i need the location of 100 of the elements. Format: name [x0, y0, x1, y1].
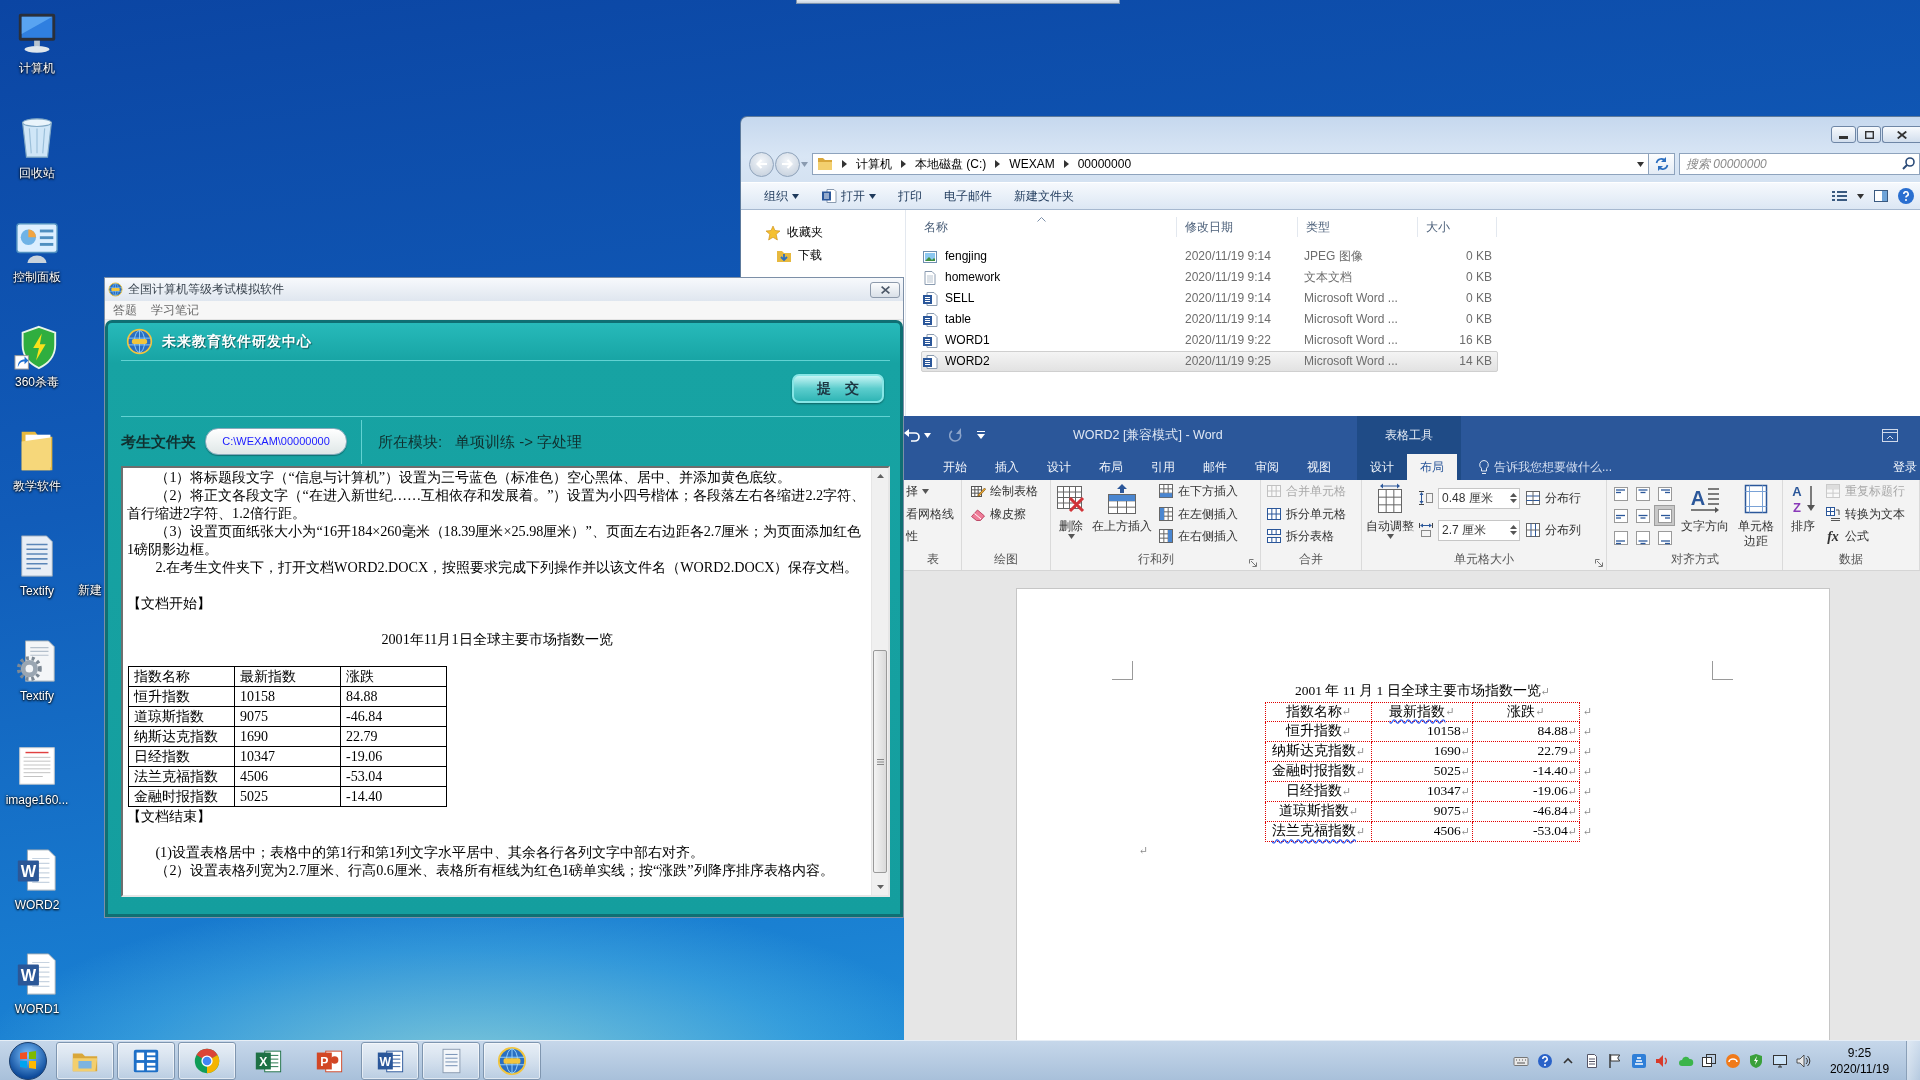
- minimize-button[interactable]: [1831, 126, 1856, 143]
- ribbon-display-icon[interactable]: [1882, 428, 1898, 442]
- help-icon[interactable]: [1536, 1052, 1553, 1069]
- view-options-icon[interactable]: [1832, 191, 1847, 201]
- dialog-launcher-icon[interactable]: [1595, 559, 1603, 567]
- column-header[interactable]: 类型: [1298, 217, 1418, 237]
- desktop-icon-label[interactable]: WORD1: [14, 1002, 60, 1017]
- maximize-button[interactable]: [1857, 126, 1881, 143]
- caret-down-icon[interactable]: [1067, 534, 1075, 539]
- desktop-icon-label[interactable]: image160...: [5, 793, 69, 808]
- file-name[interactable]: WORD1: [945, 333, 990, 348]
- spin-up-icon[interactable]: [1510, 492, 1517, 497]
- sign-in-link[interactable]: 登录: [1893, 459, 1917, 475]
- taskbar-button[interactable]: [483, 1041, 541, 1080]
- monitor-icon[interactable]: [1771, 1052, 1788, 1069]
- size-field[interactable]: 2.7 厘米: [1438, 519, 1520, 541]
- taskbar-button[interactable]: [422, 1041, 480, 1080]
- ribbon-tab[interactable]: 邮件: [1189, 454, 1241, 480]
- breadcrumb-item[interactable]: WEXAM: [1009, 156, 1055, 172]
- file-name[interactable]: table: [945, 312, 972, 327]
- ribbon-button[interactable]: 看网格线: [904, 502, 956, 525]
- ribbon-button[interactable]: 拆分表格: [1264, 525, 1348, 548]
- address-bar[interactable]: 计算机 本地磁盘 (C:) WEXAM 00000000: [812, 153, 1649, 175]
- column-header[interactable]: 修改日期: [1177, 217, 1298, 237]
- scroll-thumb[interactable]: [873, 650, 887, 873]
- ribbon-button[interactable]: 在左侧插入: [1156, 502, 1240, 525]
- file-row[interactable]: table 2020/11/19 9:14 Microsoft Word ... 0 KB: [921, 309, 1498, 330]
- taskbar-button[interactable]: P: [300, 1041, 358, 1080]
- file-row[interactable]: WORD2 2020/11/19 9:25 Microsoft Word ... 14 KB: [921, 351, 1498, 372]
- breadcrumb-arrow-icon[interactable]: [995, 160, 1001, 168]
- ribbon-button[interactable]: 自动调整: [1365, 480, 1415, 549]
- undo-icon[interactable]: [904, 428, 921, 442]
- breadcrumb-item[interactable]: 本地磁盘 (C:): [915, 156, 987, 172]
- caret-down-icon[interactable]: [1386, 534, 1394, 539]
- speaker-icon[interactable]: [1795, 1052, 1811, 1069]
- taskbar-button[interactable]: W: [361, 1041, 419, 1080]
- file-name[interactable]: homework: [945, 270, 1001, 285]
- spin-down-icon[interactable]: [1510, 498, 1517, 503]
- ribbon-tab[interactable]: 布局: [1407, 454, 1457, 480]
- ribbon-button[interactable]: 性: [904, 525, 956, 548]
- nav-item[interactable]: 下载: [798, 248, 822, 263]
- ribbon-button[interactable]: 在上方插入: [1091, 480, 1153, 549]
- size-field[interactable]: 0.48 厘米: [1438, 487, 1520, 509]
- caret-down-icon[interactable]: [869, 193, 876, 199]
- toolbar-button[interactable]: 电子邮件: [936, 184, 1000, 208]
- toolbar-button[interactable]: 打开: [813, 184, 884, 208]
- menu-item[interactable]: 学习笔记: [151, 302, 199, 318]
- desktop-icon-label[interactable]: Textify: [20, 583, 54, 598]
- breadcrumb-arrow-icon[interactable]: [842, 160, 847, 168]
- desktop-icon-label[interactable]: 教学软件: [13, 479, 61, 494]
- desktop-icon-label[interactable]: Textify: [20, 688, 54, 703]
- ribbon-tab[interactable]: 布局: [1085, 454, 1137, 480]
- ribbon-button[interactable]: 拆分单元格: [1264, 502, 1348, 525]
- ribbon-button[interactable]: 分布行: [1523, 486, 1583, 510]
- file-name[interactable]: SELL: [945, 291, 975, 306]
- ribbon-button[interactable]: 在下方插入: [1156, 480, 1240, 503]
- ribbon-button[interactable]: A 文字方向: [1680, 480, 1730, 549]
- caret-down-icon[interactable]: [1857, 193, 1864, 199]
- search-field[interactable]: 搜索 00000000: [1679, 153, 1920, 175]
- ribbon-button[interactable]: 绘制表格: [968, 480, 1040, 503]
- toolbar-button[interactable]: 新建文件夹: [1006, 184, 1082, 208]
- submit-button[interactable]: 提 交: [792, 374, 884, 403]
- folder-path-button[interactable]: C:\WEXAM\00000000: [205, 428, 347, 455]
- ribbon-button[interactable]: A Z 排序: [1786, 480, 1820, 549]
- column-header[interactable]: 大小: [1418, 217, 1497, 237]
- toolbar-button[interactable]: 打印: [890, 184, 930, 208]
- caret-down-icon[interactable]: [922, 488, 929, 494]
- breadcrumb-item[interactable]: 计算机: [856, 156, 892, 172]
- dialog-launcher-icon[interactable]: [1249, 559, 1257, 567]
- scrollbar[interactable]: [871, 468, 888, 895]
- overlapping-squares-icon[interactable]: [1701, 1052, 1717, 1069]
- desktop-icon-label[interactable]: 360杀毒: [15, 374, 59, 389]
- ribbon-tab[interactable]: 视图: [1293, 454, 1345, 480]
- file-name[interactable]: WORD2: [945, 354, 990, 369]
- alignment-button[interactable]: [1654, 505, 1675, 526]
- breadcrumb-arrow-icon[interactable]: [1063, 160, 1069, 168]
- close-button[interactable]: [1882, 126, 1920, 143]
- file-row[interactable]: SELL 2020/11/19 9:14 Microsoft Word ... 0 KB: [921, 288, 1498, 309]
- desktop-icon-label[interactable]: 计算机: [19, 61, 55, 75]
- bars-tile-icon[interactable]: [1630, 1052, 1647, 1069]
- ribbon-tab[interactable]: 设计: [1357, 454, 1407, 480]
- redo-icon[interactable]: [949, 427, 963, 443]
- flag-icon[interactable]: [1607, 1052, 1623, 1069]
- taskbar-button[interactable]: [178, 1041, 236, 1080]
- ribbon-button[interactable]: fx 公式: [1823, 525, 1907, 548]
- caret-down-icon[interactable]: [1637, 161, 1644, 167]
- nav-item[interactable]: 收藏夹: [787, 225, 823, 240]
- caret-down-icon[interactable]: [924, 432, 931, 438]
- ribbon-button[interactable]: 择: [904, 480, 956, 503]
- search-prompt[interactable]: 告诉我您想要做什么...: [1494, 459, 1612, 475]
- ribbon-button[interactable]: 单元格边距: [1733, 480, 1779, 549]
- round-logo-icon[interactable]: [1724, 1052, 1741, 1069]
- file-row[interactable]: fengjing 2020/11/19 9:14 JPEG 图像 0 KB: [921, 246, 1498, 267]
- desktop-icon-label[interactable]: WORD2: [14, 897, 60, 912]
- desktop-icon-label[interactable]: 控制面板: [13, 270, 61, 285]
- column-header[interactable]: 名称: [906, 217, 1177, 237]
- spin-down-icon[interactable]: [1510, 530, 1517, 535]
- star-icon[interactable]: [765, 224, 781, 241]
- desktop-icon-label[interactable]: 新建: [78, 583, 102, 597]
- ribbon-button[interactable]: 转换为文本: [1823, 502, 1907, 525]
